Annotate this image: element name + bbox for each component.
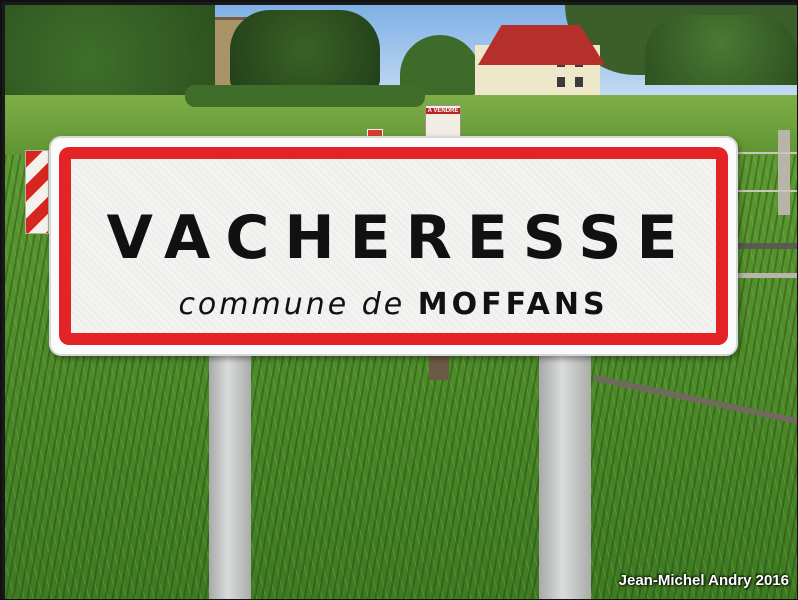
sign-post-right (539, 350, 591, 599)
photo-credit: Jean-Michel Andry 2016 (618, 572, 789, 589)
fence-wire (735, 190, 797, 192)
fence-rail-lower (735, 273, 797, 278)
chevron-marker-post (25, 150, 49, 234)
photo: A VENDRE VACHERESSE commune de MOFFANS J… (5, 5, 797, 599)
sign-subtitle: commune de MOFFANS (71, 287, 716, 322)
house-window (575, 77, 583, 87)
fence-rail-upper (735, 243, 797, 249)
town-entry-sign: VACHERESSE commune de MOFFANS (49, 136, 738, 356)
tree-cluster-middle (230, 10, 380, 90)
photo-frame: A VENDRE VACHERESSE commune de MOFFANS J… (0, 0, 798, 600)
sign-red-border: VACHERESSE commune de MOFFANS (59, 147, 728, 345)
sign-subtitle-commune: commune de (178, 287, 406, 322)
for-sale-sign-text: A VENDRE (426, 108, 460, 114)
fence-post (778, 130, 790, 215)
sign-title: VACHERESSE (106, 203, 693, 273)
fence-wire (730, 152, 797, 154)
house-window (557, 77, 565, 87)
hedge (185, 85, 425, 107)
sign-post-left (209, 350, 251, 599)
sign-subtitle-town: MOFFANS (417, 287, 609, 322)
tree-cluster-right (645, 15, 797, 85)
